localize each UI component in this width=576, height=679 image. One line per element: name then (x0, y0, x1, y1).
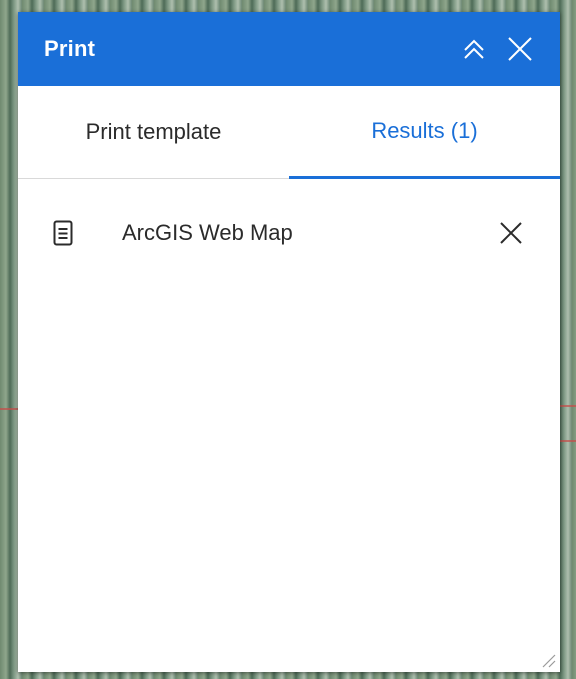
header-actions (458, 33, 536, 65)
panel-title: Print (44, 36, 96, 61)
collapse-button[interactable] (458, 33, 490, 65)
remove-result-button[interactable] (494, 216, 528, 250)
close-button[interactable] (504, 33, 536, 65)
resize-handle[interactable] (540, 652, 556, 668)
print-panel: Print Print template Results (1) ArcGIS … (18, 12, 560, 672)
results-list: ArcGIS Web Map (18, 179, 560, 261)
close-icon (508, 37, 532, 61)
tab-print-template[interactable]: Print template (18, 86, 289, 178)
document-icon (52, 219, 74, 247)
panel-header: Print (18, 12, 560, 86)
close-icon (500, 222, 522, 244)
tab-bar: Print template Results (1) (18, 86, 560, 179)
list-item[interactable]: ArcGIS Web Map (18, 205, 560, 261)
chevrons-up-icon (464, 39, 484, 59)
result-link[interactable]: ArcGIS Web Map (122, 220, 494, 246)
tab-results[interactable]: Results (1) (289, 86, 560, 179)
